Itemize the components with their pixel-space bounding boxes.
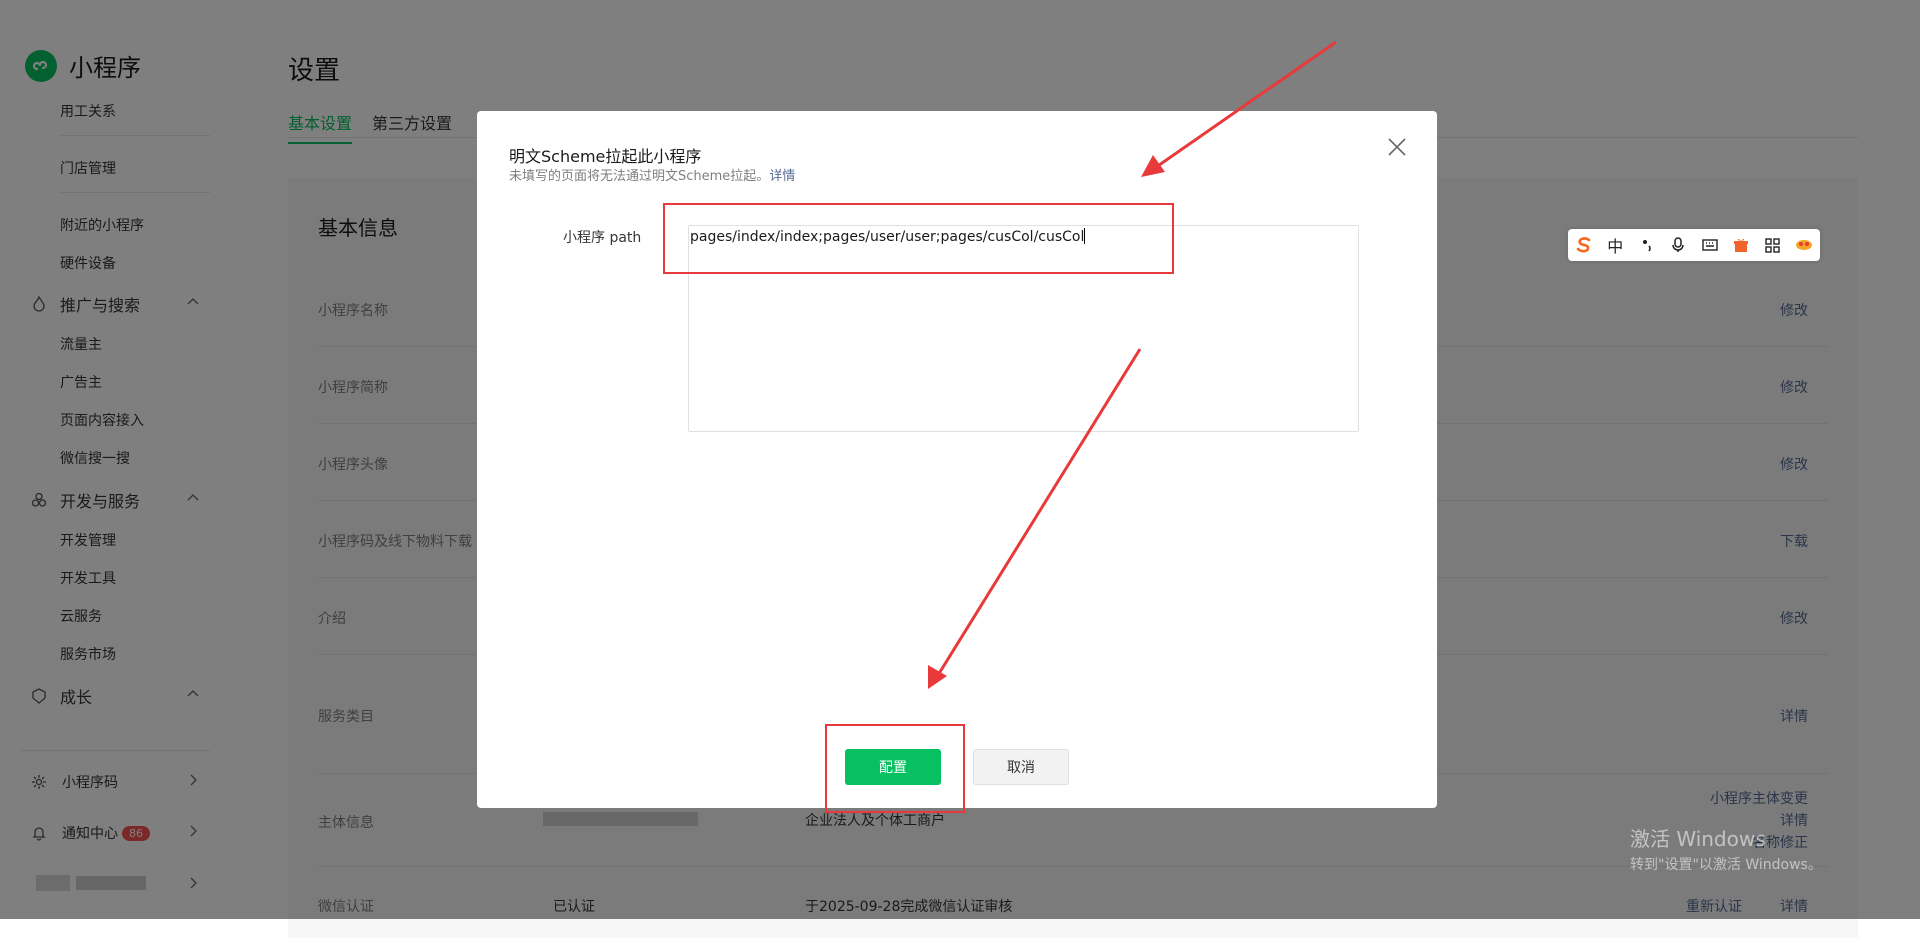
annotation-arrows [928, 40, 1337, 689]
watermark-line-1: 激活 Windows [1630, 827, 1766, 851]
windows-activation-watermark: 激活 Windows 转到"设置"以激活 Windows。 [1630, 823, 1822, 874]
watermark-line-2: 转到"设置"以激活 Windows。 [1630, 857, 1822, 873]
annotation-arrow-2 [928, 348, 1142, 689]
annotation-arrow-1 [1141, 40, 1337, 177]
